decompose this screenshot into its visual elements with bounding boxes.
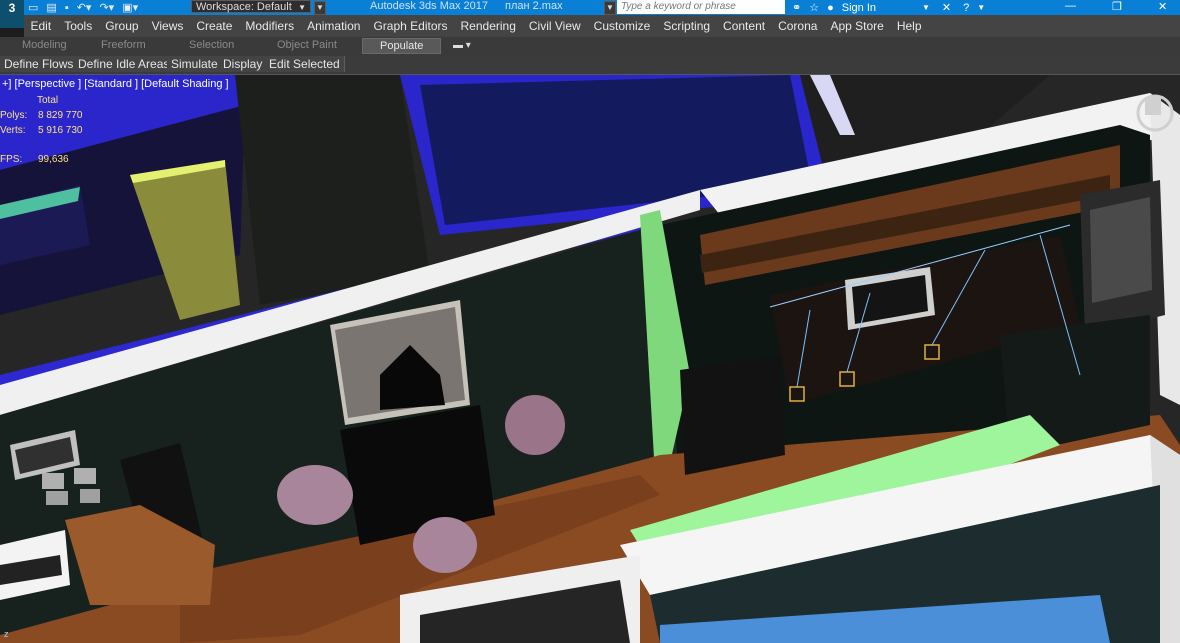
menu-customize[interactable]: Customize [587, 19, 657, 33]
menu-content[interactable]: Content [717, 19, 772, 33]
user-icon[interactable]: ● [827, 2, 834, 14]
tab-selection[interactable]: Selection [189, 39, 234, 51]
define-idle-areas-button[interactable]: Define Idle Areas [74, 56, 175, 72]
star-icon[interactable]: ☆ [809, 1, 819, 14]
menu-help[interactable]: Help [890, 19, 928, 33]
fps-label: FPS: [0, 154, 23, 165]
file-name: план 2.max [505, 0, 563, 12]
ribbon-tabs: Modeling Freeform Selection Object Paint… [0, 37, 1180, 55]
menu-views[interactable]: Views [145, 19, 190, 33]
polys-label: Polys: [0, 110, 28, 121]
ribbon-options-icon[interactable]: ▬ ▾ [453, 40, 471, 51]
menu-graph-editors[interactable]: Graph Editors [367, 19, 454, 33]
menu-edit[interactable]: Edit [24, 19, 58, 33]
project-icon[interactable]: ▣▾ [122, 1, 138, 14]
menu-rendering[interactable]: Rendering [454, 19, 522, 33]
workspace-label: Workspace: Default [196, 1, 292, 13]
polys-value: 8 829 770 [38, 110, 83, 121]
save-icon[interactable]: ▪ [65, 2, 69, 14]
menu-bar: Edit Tools Group Views Create Modifiers … [24, 15, 1180, 37]
chevron-down-icon: ▼ [298, 3, 306, 12]
edit-selected-button[interactable]: Edit Selected [265, 56, 345, 72]
chevron-down-icon[interactable]: ▼ [922, 3, 930, 12]
binoculars-icon[interactable]: ⚭ [792, 1, 801, 14]
undo-icon[interactable]: ↶▾ [77, 1, 92, 14]
open-file-icon[interactable]: ▤ [46, 1, 56, 14]
define-flows-button[interactable]: Define Flows [0, 56, 79, 72]
stats-header: Total [37, 95, 59, 106]
menu-group[interactable]: Group [99, 19, 145, 33]
search-input[interactable]: Type a keyword or phrase [617, 0, 785, 14]
tab-object-paint[interactable]: Object Paint [277, 39, 337, 51]
verts-value: 5 916 730 [38, 125, 83, 136]
menu-modifiers[interactable]: Modifiers [239, 19, 301, 33]
axis-tripod-icon: z [4, 629, 9, 639]
workspace-dropdown[interactable]: Workspace: Default ▼ [191, 0, 311, 13]
menu-create[interactable]: Create [190, 19, 239, 33]
scene-render [0, 75, 1180, 643]
menu-tools[interactable]: Tools [58, 19, 99, 33]
app-logo-icon[interactable]: 3 [0, 0, 24, 28]
display-button[interactable]: Display [219, 56, 268, 72]
help-icon[interactable]: ? [963, 2, 969, 14]
quick-access-toolbar: ▭ ▤ ▪ ↶▾ ↷▾ ▣▾ [28, 0, 138, 15]
sign-in-link[interactable]: Sign In [842, 2, 876, 14]
title-right-tools: ⚭ ☆ ● Sign In ▼ ✕ ? ▼ [792, 0, 985, 15]
populate-panel: Define Flows Define Idle Areas Simulate … [0, 55, 1180, 75]
simulate-button[interactable]: Simulate [167, 56, 223, 72]
tab-modeling[interactable]: Modeling [22, 39, 67, 51]
menu-corona[interactable]: Corona [772, 19, 824, 33]
chevron-down-icon[interactable]: ▼ [977, 3, 985, 12]
tab-freeform[interactable]: Freeform [101, 39, 146, 51]
perspective-viewport[interactable]: +] [Perspective ] [Standard ] [Default S… [0, 75, 1180, 643]
title-bar: 3 ▭ ▤ ▪ ↶▾ ↷▾ ▣▾ Workspace: Default ▼ ▼ … [0, 0, 1180, 28]
minimize-icon[interactable]: — [1065, 0, 1076, 12]
menu-scripting[interactable]: Scripting [657, 19, 717, 33]
viewport-label[interactable]: +] [Perspective ] [Standard ] [Default S… [2, 78, 229, 90]
restore-icon[interactable]: ❐ [1112, 0, 1122, 13]
redo-icon[interactable]: ↷▾ [99, 1, 114, 14]
menu-animation[interactable]: Animation [301, 19, 367, 33]
workspace-menu-icon[interactable]: ▼ [314, 1, 326, 15]
close-icon[interactable]: ✕ [1158, 0, 1167, 13]
close-x-icon[interactable]: ✕ [942, 1, 951, 14]
new-file-icon[interactable]: ▭ [28, 1, 38, 14]
title-dropdown-icon[interactable]: ▼ [604, 1, 616, 15]
verts-label: Verts: [0, 125, 26, 136]
fps-value: 99,636 [38, 154, 69, 165]
app-title: Autodesk 3ds Max 2017 [370, 0, 489, 12]
menu-app-store[interactable]: App Store [824, 19, 890, 33]
menu-civil-view[interactable]: Civil View [522, 19, 587, 33]
tab-populate[interactable]: Populate [362, 38, 442, 54]
